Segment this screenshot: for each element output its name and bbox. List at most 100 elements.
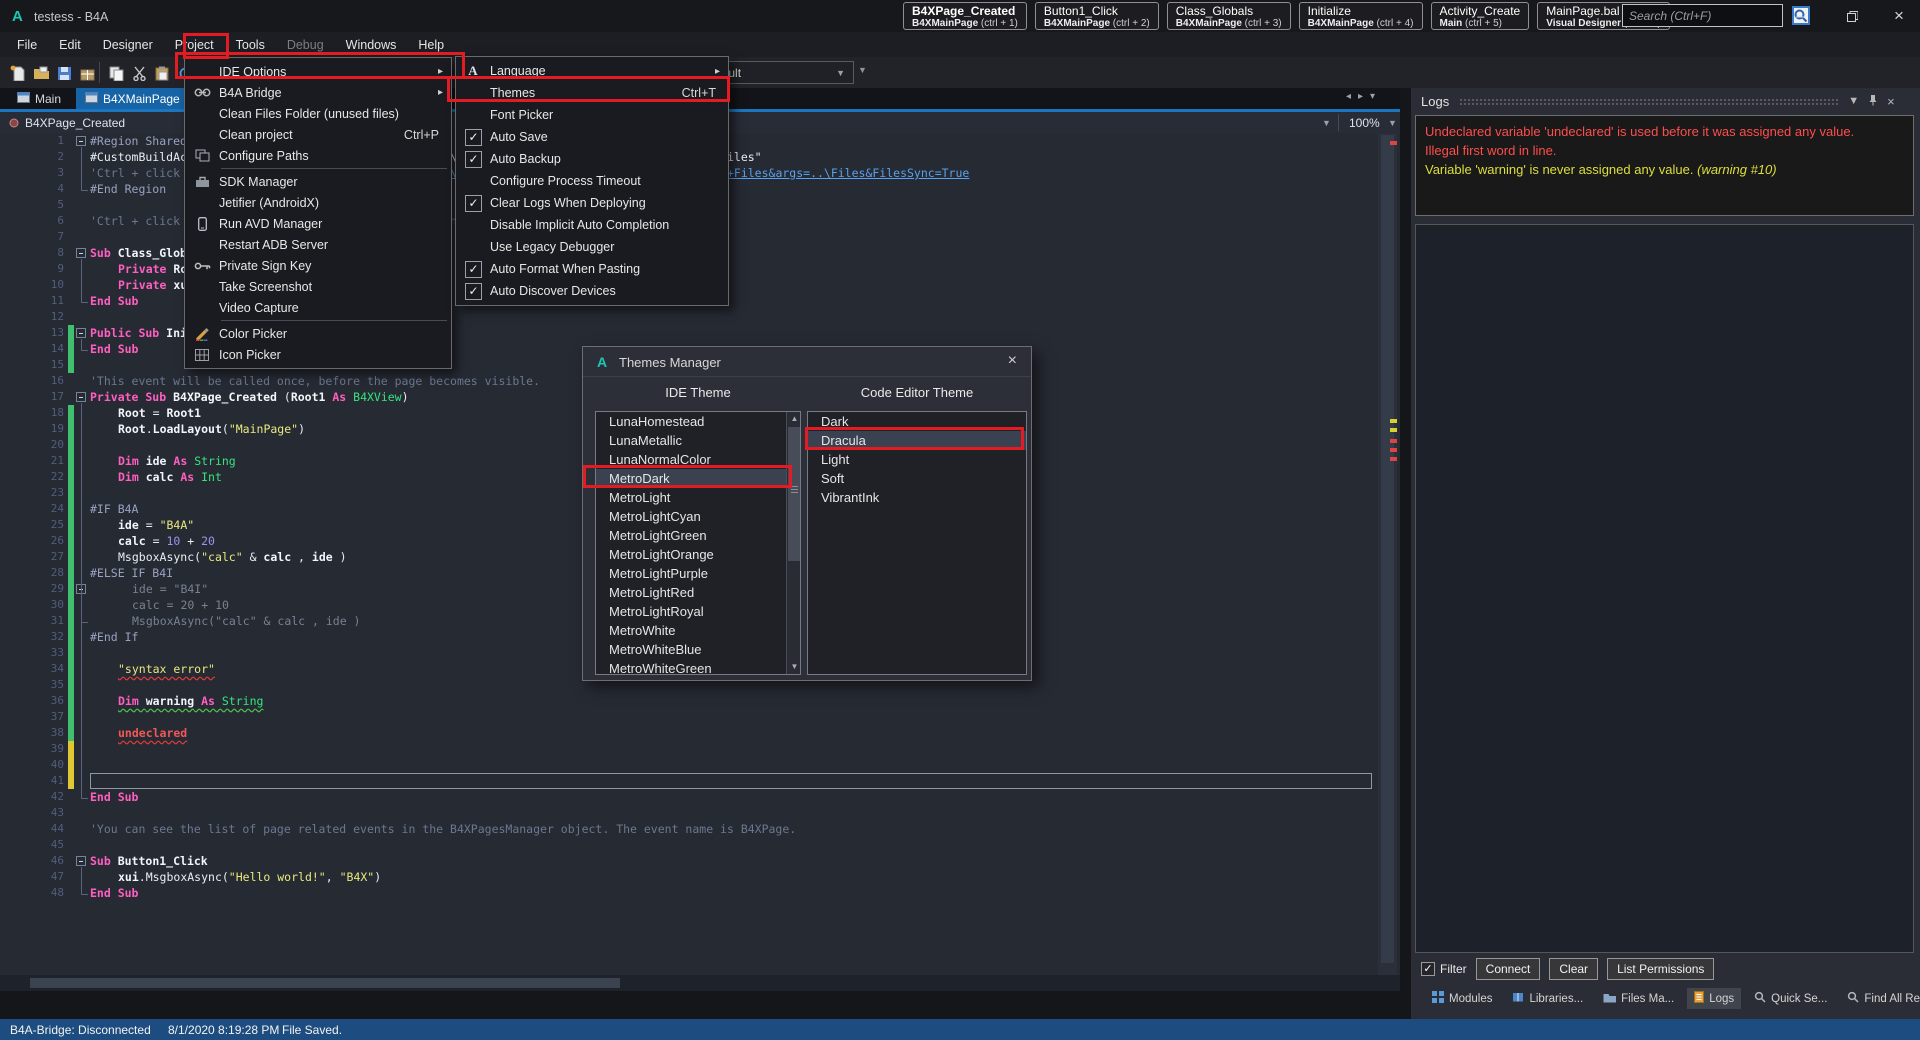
- line-number[interactable]: 48: [0, 885, 64, 901]
- ide-options-item-font-picker[interactable]: Font Picker: [456, 104, 728, 126]
- ide-theme-item-metrolightroyal[interactable]: MetroLightRoyal: [596, 602, 800, 621]
- tools-menu-item-clean-project[interactable]: Clean project Ctrl+P: [185, 124, 451, 145]
- code-line-47[interactable]: 47 xui.MsgboxAsync("Hello world!", "B4X"): [0, 869, 1376, 885]
- quick-tab-class-globals[interactable]: Class_Globals B4XMainPage (ctrl + 3): [1166, 2, 1291, 30]
- method-dropdown-icon[interactable]: ▼: [1322, 118, 1331, 128]
- ide-options-item-clear-logs-when-deploying[interactable]: ✓ Clear Logs When Deploying: [456, 192, 728, 214]
- ide-theme-item-metrolightred[interactable]: MetroLightRed: [596, 583, 800, 602]
- panel-close-icon[interactable]: ×: [1887, 94, 1895, 109]
- tools-menu-item-video-capture[interactable]: Video Capture: [185, 297, 451, 318]
- quick-tab-activity-create[interactable]: Activity_Create Main (ctrl + 5): [1430, 2, 1530, 30]
- tools-menu-item-sdk-manager[interactable]: SDK Manager: [185, 171, 451, 192]
- panel-drag-grip[interactable]: [1459, 97, 1840, 105]
- tools-menu-item-take-screenshot[interactable]: Take Screenshot: [185, 276, 451, 297]
- toolbar-overflow-dropdown[interactable]: ▼: [858, 65, 867, 75]
- line-number[interactable]: 27: [0, 549, 64, 565]
- line-number[interactable]: 32: [0, 629, 64, 645]
- editor-theme-item-vibrantink[interactable]: VibrantInk: [808, 488, 1026, 507]
- line-number[interactable]: 47: [0, 869, 64, 885]
- line-number[interactable]: 43: [0, 805, 64, 821]
- tools-menu-item-private-sign-key[interactable]: Private Sign Key: [185, 255, 451, 276]
- code-line-43[interactable]: 43: [0, 805, 1376, 821]
- search-input[interactable]: [1623, 8, 1792, 23]
- ide-theme-item-metrolightpurple[interactable]: MetroLightPurple: [596, 564, 800, 583]
- panel-tab-libraries[interactable]: Libraries...: [1505, 988, 1590, 1009]
- line-number[interactable]: 15: [0, 357, 64, 373]
- editor-theme-item-soft[interactable]: Soft: [808, 469, 1026, 488]
- fold-collapse-icon[interactable]: [76, 856, 86, 866]
- code-line-45[interactable]: 45: [0, 837, 1376, 853]
- code-line-38[interactable]: 38 undeclared: [0, 725, 1376, 741]
- menubar-item-file[interactable]: File: [6, 34, 48, 56]
- list-scrollbar[interactable]: ▲ ▼: [786, 412, 800, 674]
- fold-collapse-icon[interactable]: [76, 248, 86, 258]
- quick-tab-b4xpage-created[interactable]: B4XPage_Created B4XMainPage (ctrl + 1): [903, 2, 1027, 30]
- line-number[interactable]: 38: [0, 725, 64, 741]
- editor-horizontal-scrollbar[interactable]: [0, 975, 1400, 991]
- tools-menu-item-run-avd-manager[interactable]: Run AVD Manager: [185, 213, 451, 234]
- code-line-42[interactable]: 42 End Sub: [0, 789, 1376, 805]
- ide-theme-item-lunametallic[interactable]: LunaMetallic: [596, 431, 800, 450]
- line-number[interactable]: 41: [0, 773, 64, 789]
- fold-collapse-icon[interactable]: [76, 392, 86, 402]
- ide-theme-item-metrolightcyan[interactable]: MetroLightCyan: [596, 507, 800, 526]
- line-number[interactable]: 46: [0, 853, 64, 869]
- line-number[interactable]: 11: [0, 293, 64, 309]
- quick-tab-button1-click[interactable]: Button1_Click B4XMainPage (ctrl + 2): [1034, 2, 1159, 30]
- editor-zoom-level[interactable]: 100%: [1349, 116, 1380, 130]
- ide-theme-item-metrowhitegreen[interactable]: MetroWhiteGreen: [596, 659, 800, 674]
- line-number[interactable]: 5: [0, 197, 64, 213]
- code-line-40[interactable]: 40: [0, 757, 1376, 773]
- fold-collapse-icon[interactable]: [76, 136, 86, 146]
- line-number[interactable]: 1: [0, 133, 64, 149]
- doc-tab-b4xmainpage[interactable]: B4XMainPage: [76, 88, 189, 109]
- line-number[interactable]: 16: [0, 373, 64, 389]
- panel-tab-logs[interactable]: Logs: [1687, 988, 1742, 1009]
- ide-theme-item-metrolight[interactable]: MetroLight: [596, 488, 800, 507]
- line-number[interactable]: 14: [0, 341, 64, 357]
- ide-theme-item-lunahomestead[interactable]: LunaHomestead: [596, 412, 800, 431]
- line-number[interactable]: 39: [0, 741, 64, 757]
- ide-theme-item-metrowhite[interactable]: MetroWhite: [596, 621, 800, 640]
- code-line-36[interactable]: 36 Dim warning As String: [0, 693, 1376, 709]
- zoom-dropdown-icon[interactable]: ▼: [1388, 118, 1397, 128]
- line-number[interactable]: 36: [0, 693, 64, 709]
- ide-options-item-auto-format-when-pasting[interactable]: ✓ Auto Format When Pasting: [456, 258, 728, 280]
- line-number[interactable]: 34: [0, 661, 64, 677]
- save-icon[interactable]: [54, 63, 74, 83]
- line-number[interactable]: 10: [0, 277, 64, 293]
- line-number[interactable]: 19: [0, 421, 64, 437]
- menubar-item-designer[interactable]: Designer: [92, 34, 164, 56]
- line-number[interactable]: 18: [0, 405, 64, 421]
- line-number[interactable]: 22: [0, 469, 64, 485]
- panel-tab-find-all-re[interactable]: Find All Re...: [1840, 988, 1920, 1009]
- tools-menu-item-icon-picker[interactable]: Icon Picker: [185, 344, 451, 365]
- clear-button[interactable]: Clear: [1549, 958, 1599, 980]
- line-number[interactable]: 42: [0, 789, 64, 805]
- line-number[interactable]: 7: [0, 229, 64, 245]
- pin-icon[interactable]: [1868, 94, 1878, 109]
- new-file-icon[interactable]: [8, 63, 28, 83]
- package-icon[interactable]: [77, 63, 97, 83]
- line-number[interactable]: 4: [0, 181, 64, 197]
- line-number[interactable]: 20: [0, 437, 64, 453]
- dialog-close-icon[interactable]: ×: [1008, 352, 1017, 370]
- ide-theme-item-metrolightgreen[interactable]: MetroLightGreen: [596, 526, 800, 545]
- code-line-46[interactable]: 46 Sub Button1_Click: [0, 853, 1376, 869]
- line-number[interactable]: 37: [0, 709, 64, 725]
- code-line-48[interactable]: 48 End Sub: [0, 885, 1376, 901]
- line-number[interactable]: 8: [0, 245, 64, 261]
- panel-menu-icon[interactable]: ▼: [1848, 95, 1859, 107]
- line-number[interactable]: 3: [0, 165, 64, 181]
- scroll-down-icon[interactable]: ▼: [787, 660, 800, 674]
- line-number[interactable]: 29: [0, 581, 64, 597]
- line-number[interactable]: 13: [0, 325, 64, 341]
- panel-tab-modules[interactable]: Modules: [1425, 988, 1499, 1009]
- line-number[interactable]: 6: [0, 213, 64, 229]
- line-number[interactable]: 35: [0, 677, 64, 693]
- line-number[interactable]: 17: [0, 389, 64, 405]
- editor-theme-item-light[interactable]: Light: [808, 450, 1026, 469]
- line-number[interactable]: 2: [0, 149, 64, 165]
- ide-options-item-auto-save[interactable]: ✓ Auto Save: [456, 126, 728, 148]
- editor-vertical-scrollbar[interactable]: [1378, 133, 1397, 975]
